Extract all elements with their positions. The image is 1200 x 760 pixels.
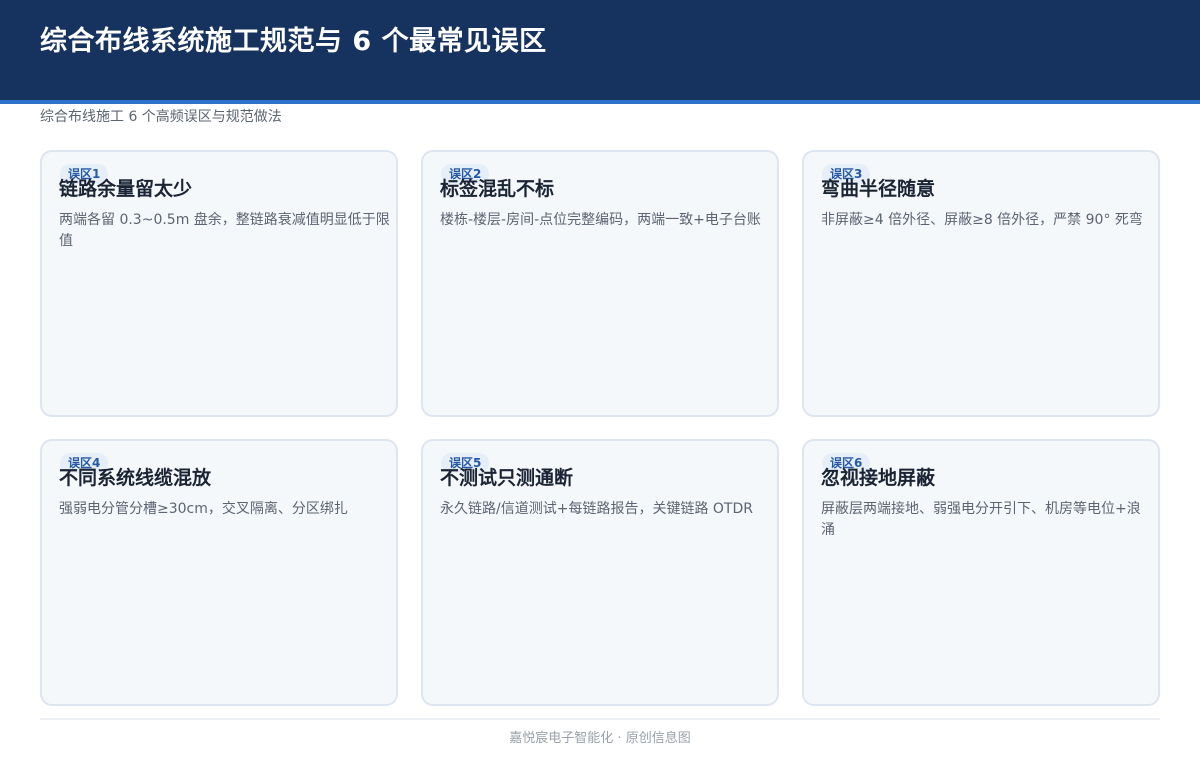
header-accent-bar <box>0 100 1200 104</box>
mistake-title: 忽视接地屏蔽 <box>821 467 936 489</box>
mistake-description: 强弱电分管分槽≥30cm，交叉隔离、分区绑扎 <box>59 501 348 517</box>
mistake-title: 不同系统线缆混放 <box>59 467 212 489</box>
mistake-card-2: 误区2 标签混乱不标 楼栋-楼层-房间-点位完整编码，两端一致+电子台账 <box>421 150 779 417</box>
mistake-title: 标签混乱不标 <box>440 178 555 200</box>
mistake-card-3: 误区3 弯曲半径随意 非屏蔽≥4 倍外径、屏蔽≥8 倍外径，严禁 90° 死弯 <box>802 150 1160 417</box>
mistake-title: 不测试只测通断 <box>440 467 574 489</box>
mistake-title: 弯曲半径随意 <box>821 178 936 200</box>
mistake-description: 两端各留 0.3~0.5m 盘余，整链路衰减值明显低于限值 <box>59 212 390 249</box>
footer-credit: 嘉悦宸电子智能化 · 原创信息图 <box>509 731 691 746</box>
mistake-description: 楼栋-楼层-房间-点位完整编码，两端一致+电子台账 <box>440 212 761 228</box>
mistake-card-4: 误区4 不同系统线缆混放 强弱电分管分槽≥30cm，交叉隔离、分区绑扎 <box>40 439 398 706</box>
mistake-card-5: 误区5 不测试只测通断 永久链路/信道测试+每链路报告，关键链路 OTDR <box>421 439 779 706</box>
footer-divider <box>40 718 1160 720</box>
page-subtitle: 综合布线施工 6 个高频误区与规范做法 <box>40 109 282 125</box>
page: 综合布线系统施工规范与 6 个最常见误区 综合布线施工 6 个高频误区与规范做法… <box>0 0 1200 760</box>
mistake-card-grid: 误区1 链路余量留太少 两端各留 0.3~0.5m 盘余，整链路衰减值明显低于限… <box>40 150 1160 706</box>
mistake-card-1: 误区1 链路余量留太少 两端各留 0.3~0.5m 盘余，整链路衰减值明显低于限… <box>40 150 398 417</box>
mistake-description: 屏蔽层两端接地、弱强电分开引下、机房等电位+浪涌 <box>821 501 1141 538</box>
mistake-title: 链路余量留太少 <box>59 178 193 200</box>
page-title: 综合布线系统施工规范与 6 个最常见误区 <box>40 26 547 57</box>
mistake-description: 非屏蔽≥4 倍外径、屏蔽≥8 倍外径，严禁 90° 死弯 <box>821 212 1143 228</box>
header-banner: 综合布线系统施工规范与 6 个最常见误区 <box>0 0 1200 100</box>
mistake-card-6: 误区6 忽视接地屏蔽 屏蔽层两端接地、弱强电分开引下、机房等电位+浪涌 <box>802 439 1160 706</box>
mistake-description: 永久链路/信道测试+每链路报告，关键链路 OTDR <box>440 501 753 517</box>
